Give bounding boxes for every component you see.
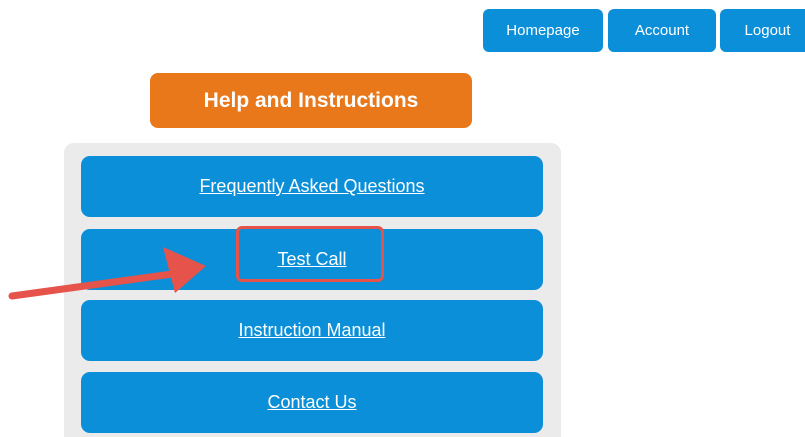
homepage-button[interactable]: Homepage xyxy=(483,9,603,52)
test-call-button[interactable]: Test Call xyxy=(81,229,543,290)
logout-label: Logout xyxy=(744,22,791,39)
contact-us-link[interactable]: Contact Us xyxy=(267,392,356,413)
contact-us-button[interactable]: Contact Us xyxy=(81,372,543,433)
help-page: Homepage Account Logout Help and Instruc… xyxy=(0,0,805,437)
faq-button[interactable]: Frequently Asked Questions xyxy=(81,156,543,217)
account-label: Account xyxy=(634,22,690,39)
instruction-manual-button[interactable]: Instruction Manual xyxy=(81,300,543,361)
test-call-link[interactable]: Test Call xyxy=(277,249,346,270)
homepage-label: Homepage xyxy=(506,22,580,39)
account-button[interactable]: Account xyxy=(608,9,716,52)
help-title-text: Help and Instructions xyxy=(203,88,419,112)
logout-button[interactable]: Logout xyxy=(720,9,805,52)
faq-link[interactable]: Frequently Asked Questions xyxy=(199,176,424,197)
instruction-manual-link[interactable]: Instruction Manual xyxy=(238,320,385,341)
help-instructions-header: Help and Instructions xyxy=(150,73,472,128)
